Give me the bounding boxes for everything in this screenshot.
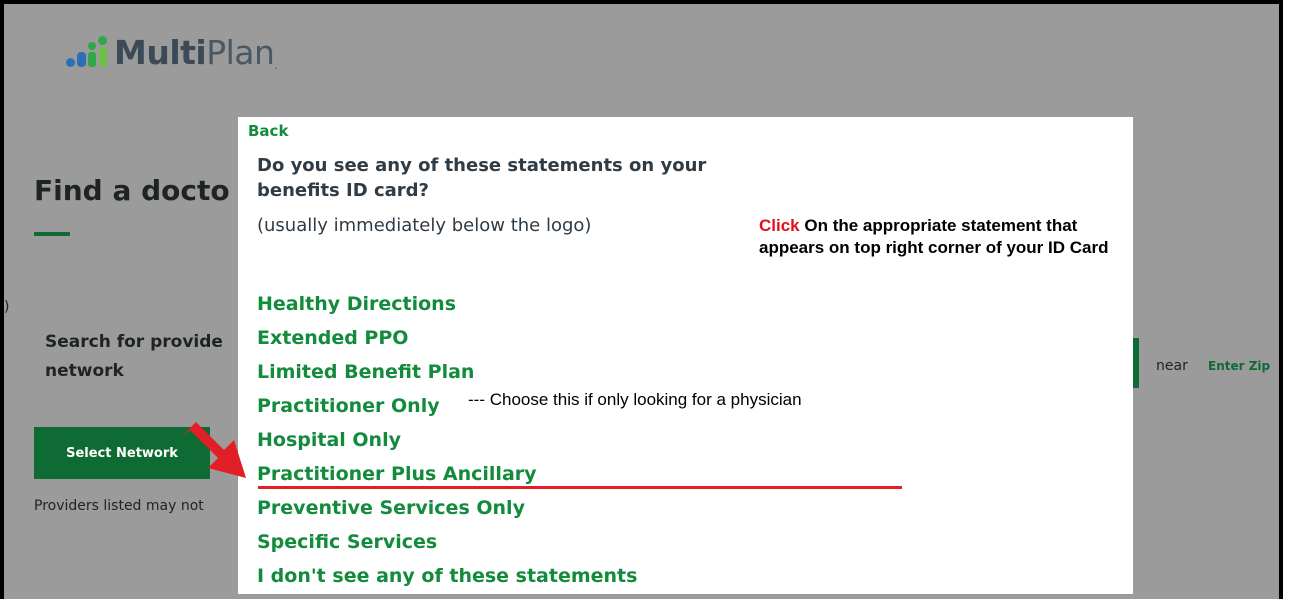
multiplan-logo[interactable]: MultiPlan. [64, 30, 278, 74]
instruction-text: On the appropriate statement that appear… [759, 216, 1109, 257]
back-link[interactable]: Back [248, 122, 288, 140]
option-none-of-these[interactable]: I don't see any of these statements [257, 563, 637, 597]
near-label: near [1156, 358, 1188, 374]
logo-text-bold: Multi [114, 32, 207, 72]
option-hospital-only[interactable]: Hospital Only [257, 427, 637, 461]
option-limited-benefit-plan[interactable]: Limited Benefit Plan [257, 359, 637, 393]
red-underline-annotation [258, 486, 902, 489]
title-underline [34, 232, 70, 236]
page-title: Find a docto [34, 174, 230, 207]
instruction-click-word: Click [759, 216, 800, 235]
multiplan-logo-icon [64, 32, 112, 72]
option-specific-services[interactable]: Specific Services [257, 529, 637, 563]
statement-options-list: Healthy Directions Extended PPO Limited … [257, 291, 637, 597]
modal-hint: (usually immediately below the logo) [257, 215, 592, 236]
page-frame: MultiPlan. ) Find a docto Search for pro… [0, 0, 1283, 599]
option-extended-ppo[interactable]: Extended PPO [257, 325, 637, 359]
network-statement-modal: Back Do you see any of these statements … [238, 117, 1133, 594]
instruction-annotation: Click On the appropriate statement that … [759, 215, 1139, 259]
logo-text-light: Plan [206, 32, 275, 72]
search-label-line1: Search for provide [45, 332, 223, 352]
logo-registered: . [274, 60, 278, 72]
practitioner-note-annotation: --- Choose this if only looking for a ph… [468, 390, 802, 409]
edge-fragment: ) [4, 299, 10, 315]
search-label-line2: network [45, 361, 124, 381]
logo-wordmark: MultiPlan. [114, 32, 278, 72]
enter-zip-link[interactable]: Enter Zip [1208, 359, 1270, 373]
search-network-label: Search for provide network [45, 328, 223, 386]
modal-question: Do you see any of these statements on yo… [257, 155, 707, 201]
red-arrow-icon [182, 422, 246, 478]
providers-disclaimer: Providers listed may not [34, 498, 204, 514]
option-preventive-services-only[interactable]: Preventive Services Only [257, 495, 637, 529]
option-healthy-directions[interactable]: Healthy Directions [257, 291, 637, 325]
option-practitioner-plus-ancillary[interactable]: Practitioner Plus Ancillary [257, 461, 637, 495]
